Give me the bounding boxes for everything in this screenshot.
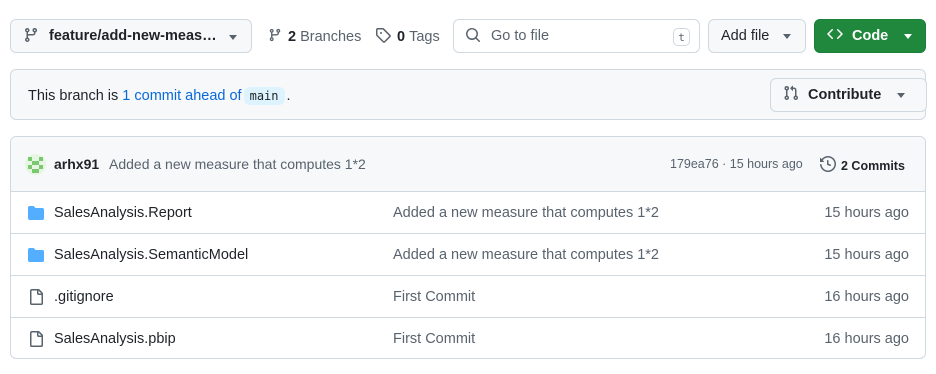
contribute-button[interactable]: Contribute xyxy=(770,78,927,112)
commit-hash-time[interactable]: 179ea76 · 15 hours ago xyxy=(670,157,803,171)
avatar[interactable] xyxy=(25,154,46,175)
file-updated-time: 15 hours ago xyxy=(824,205,909,221)
table-row: SalesAnalysis.pbip First Commit 16 hours… xyxy=(11,318,925,358)
branch-selector-button[interactable]: feature/add-new-meas… xyxy=(10,19,252,53)
file-browser: arhx91 Added a new measure that computes… xyxy=(10,136,926,359)
file-icon xyxy=(28,289,44,308)
table-row: SalesAnalysis.Report Added a new measure… xyxy=(11,192,925,234)
search-icon xyxy=(465,27,481,46)
branch-status-suffix: . xyxy=(286,88,291,104)
keyboard-shortcut-hint: t xyxy=(673,28,690,46)
folder-icon xyxy=(28,247,44,266)
file-commit-message[interactable]: First Commit xyxy=(393,331,475,347)
tags-label: Tags xyxy=(409,29,440,45)
base-branch-badge[interactable]: main xyxy=(243,87,285,105)
git-pull-request-icon xyxy=(783,85,799,105)
branch-name: feature/add-new-meas… xyxy=(49,28,217,44)
code-label: Code xyxy=(852,28,889,44)
commit-history-link[interactable]: 2 Commits xyxy=(820,155,905,175)
branches-count: 2 xyxy=(288,29,297,45)
code-button[interactable]: Code xyxy=(814,19,926,53)
add-file-label: Add file xyxy=(721,28,770,44)
tag-icon xyxy=(375,27,391,47)
chevron-down-icon xyxy=(229,35,237,40)
file-commit-message[interactable]: Added a new measure that computes 1*2 xyxy=(393,247,659,263)
file-name-link[interactable]: SalesAnalysis.Report xyxy=(54,205,192,221)
file-icon xyxy=(28,331,44,350)
branches-label: Branches xyxy=(300,29,362,45)
go-to-file-input[interactable]: Go to file t xyxy=(453,19,700,53)
latest-commit-row: arhx91 Added a new measure that computes… xyxy=(11,137,925,192)
git-branch-icon xyxy=(23,27,39,46)
tags-link[interactable]: 0 Tags xyxy=(375,27,440,47)
file-updated-time: 15 hours ago xyxy=(824,247,909,263)
branches-link[interactable]: 2 Branches xyxy=(268,27,361,47)
file-name-link[interactable]: SalesAnalysis.SemanticModel xyxy=(54,247,248,263)
file-updated-time: 16 hours ago xyxy=(824,289,909,305)
branch-status-text: This branch is 1 commit ahead of main. xyxy=(28,87,291,105)
file-name-link[interactable]: .gitignore xyxy=(54,289,114,305)
commit-author[interactable]: arhx91 xyxy=(54,156,99,172)
chevron-down-icon xyxy=(904,33,913,39)
table-row: .gitignore First Commit 16 hours ago xyxy=(11,276,925,318)
branch-status-banner: This branch is 1 commit ahead of main. C… xyxy=(10,69,927,120)
chevron-down-icon xyxy=(783,33,792,39)
file-commit-message[interactable]: Added a new measure that computes 1*2 xyxy=(393,205,659,221)
file-commit-message[interactable]: First Commit xyxy=(393,289,475,305)
contribute-label: Contribute xyxy=(808,87,882,103)
folder-icon xyxy=(28,205,44,224)
table-row: SalesAnalysis.SemanticModel Added a new … xyxy=(11,234,925,276)
tags-count: 0 xyxy=(397,29,406,45)
code-icon xyxy=(827,26,843,46)
file-name-link[interactable]: SalesAnalysis.pbip xyxy=(54,331,176,347)
add-file-button[interactable]: Add file xyxy=(708,19,806,53)
chevron-down-icon xyxy=(897,92,906,98)
branch-status-prefix: This branch is xyxy=(28,88,123,104)
go-to-file-placeholder: Go to file xyxy=(491,28,550,44)
commit-count-label: 2 Commits xyxy=(841,158,905,173)
file-updated-time: 16 hours ago xyxy=(824,331,909,347)
git-branch-icon xyxy=(268,27,282,47)
commit-message[interactable]: Added a new measure that computes 1*2 xyxy=(109,156,366,172)
commits-ahead-link[interactable]: 1 commit ahead of xyxy=(122,88,241,104)
history-icon xyxy=(820,155,837,175)
